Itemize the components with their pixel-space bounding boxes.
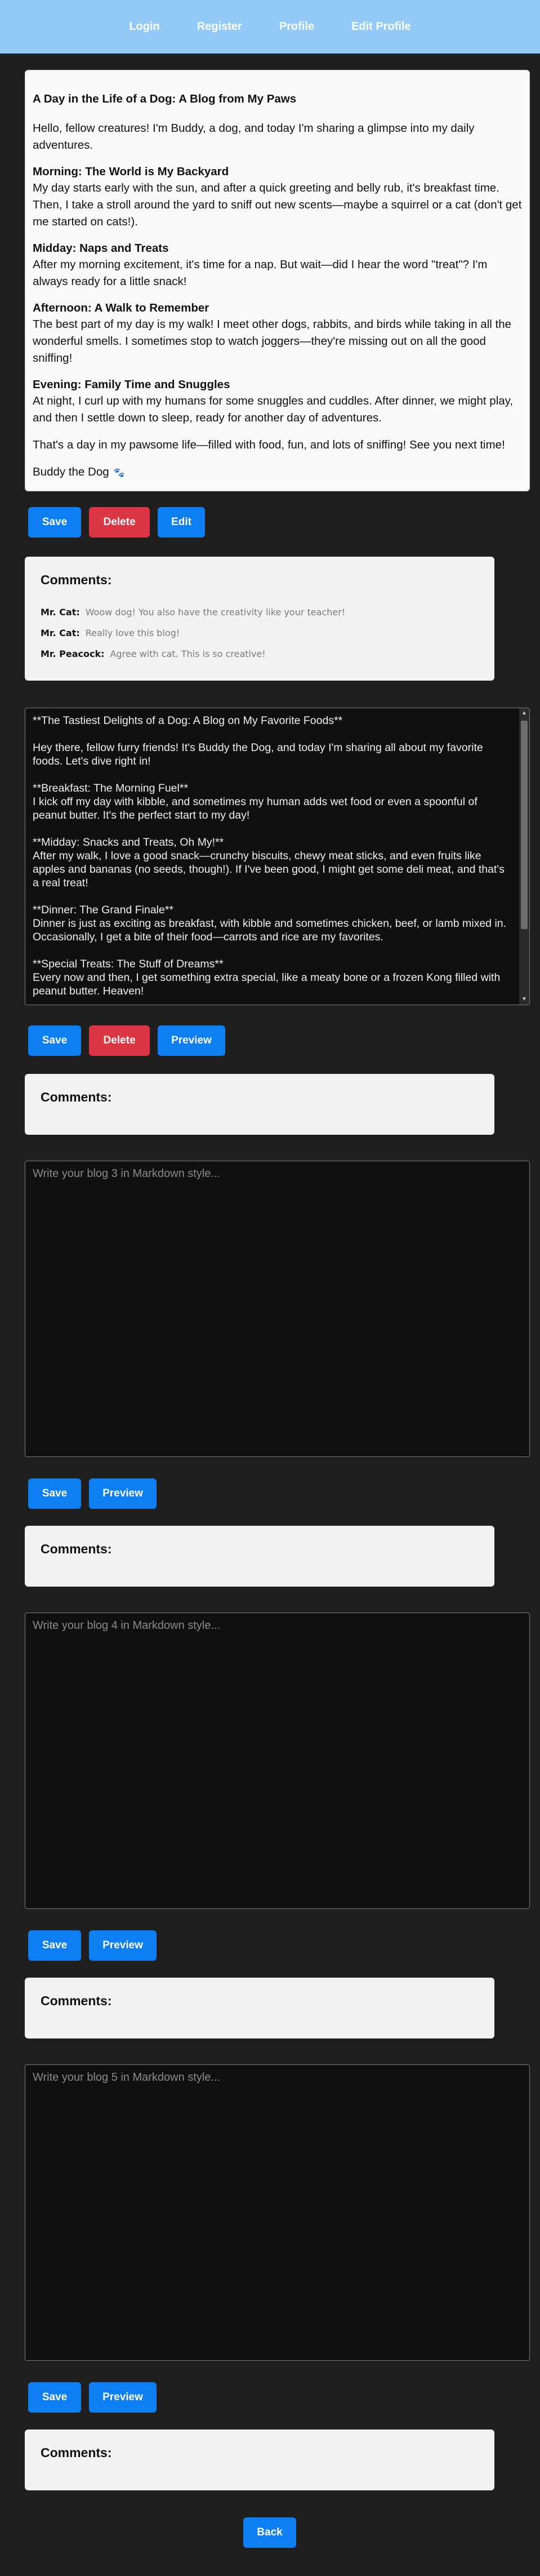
blog-4-editor[interactable]: Write your blog 4 in Markdown style... [25, 1613, 530, 1909]
delete-button[interactable]: Delete [89, 1025, 150, 1056]
blog-5-editor[interactable]: Write your blog 5 in Markdown style... [25, 2064, 530, 2361]
section-heading: Midday: Naps and Treats [33, 242, 169, 255]
comments-title: Comments: [41, 1090, 112, 1104]
editor-paragraph: **Breakfast: The Morning Fuel** I kick o… [33, 782, 477, 821]
editor-placeholder: Write your blog 3 in Markdown style... [33, 1167, 221, 1180]
signature-text: Buddy the Dog [33, 465, 109, 478]
comment-author: Mr. Cat: [41, 607, 80, 618]
comments-panel-4: Comments: [25, 1978, 494, 2038]
comment-author: Mr. Peacock: [41, 649, 105, 659]
blog-intro: Hello, fellow creatures! I'm Buddy, a do… [33, 122, 475, 152]
edit-button[interactable]: Edit [158, 507, 205, 538]
save-button[interactable]: Save [28, 2382, 81, 2413]
blog-title: A Day in the Life of a Dog: A Blog from … [33, 92, 297, 105]
blog-3-actions: Save Preview [28, 1478, 157, 1509]
blog-post-1: A Day in the Life of a Dog: A Blog from … [25, 70, 530, 491]
comments-panel-1: Comments: Mr. Cat: Woow dog! You also hav… [25, 557, 494, 681]
comments-title: Comments: [41, 572, 112, 587]
comments-title: Comments: [41, 1993, 112, 2008]
blog-2-editor[interactable]: **The Tastiest Delights of a Dog: A Blog… [25, 708, 530, 1005]
comments-panel-2: Comments: [25, 1074, 494, 1135]
scroll-down-arrow-icon[interactable]: ▼ [519, 994, 529, 1005]
editor-placeholder: Write your blog 4 in Markdown style... [33, 1619, 221, 1632]
blog-2-actions: Save Delete Preview [28, 1025, 225, 1056]
comment-text: Really love this blog! [85, 628, 180, 638]
section-text: At night, I curl up with my humans for s… [33, 394, 514, 424]
editor-paragraph: **Special Treats: The Stuff of Dreams** … [33, 958, 501, 997]
scroll-up-arrow-icon[interactable]: ▲ [519, 708, 529, 718]
save-button[interactable]: Save [28, 1930, 81, 1961]
editor-paragraph: **Midday: Snacks and Treats, Oh My!** Af… [33, 836, 505, 889]
preview-button[interactable]: Preview [89, 1478, 157, 1509]
comment-text: Agree with cat. This is so creative! [110, 649, 266, 659]
blog-4-actions: Save Preview [28, 1930, 157, 1961]
editor-paragraph: **The Tastiest Delights of a Dog: A Blog… [33, 714, 343, 727]
section-text: The best part of my day is my walk! I me… [33, 318, 512, 365]
blog-5-actions: Save Preview [28, 2382, 157, 2413]
section-heading: Afternoon: A Walk to Remember [33, 301, 209, 314]
scrollbar-thumb[interactable] [521, 721, 528, 929]
paw-icon: 🐾 [113, 468, 125, 478]
nav-profile-link[interactable]: Profile [279, 20, 314, 33]
save-button[interactable]: Save [28, 507, 81, 538]
editor-placeholder: Write your blog 5 in Markdown style... [33, 2071, 221, 2084]
section-text: My day starts early with the sun, and af… [33, 181, 522, 228]
editor-scrollbar[interactable]: ▲ ▼ [519, 708, 529, 1005]
delete-button[interactable]: Delete [89, 507, 150, 538]
editor-paragraph: Hey there, fellow furry friends! It's Bu… [33, 741, 487, 767]
top-nav: Login Register Profile Edit Profile [0, 0, 540, 54]
blog-3-editor[interactable]: Write your blog 3 in Markdown style... [25, 1161, 530, 1457]
blog-closing: That's a day in my pawsome life—filled w… [33, 438, 505, 451]
comments-title: Comments: [41, 1542, 112, 1556]
section-text: After my morning excitement, it's time f… [33, 258, 488, 288]
section-heading: Morning: The World is My Backyard [33, 165, 229, 178]
section-heading: Evening: Family Time and Snuggles [33, 378, 230, 391]
comments-panel-3: Comments: [25, 1526, 494, 1587]
comment-item: Mr. Cat: Woow dog! You also have the crea… [41, 607, 479, 618]
comment-item: Mr. Peacock: Agree with cat. This is so c… [41, 649, 479, 659]
nav-register-link[interactable]: Register [197, 20, 242, 33]
comments-panel-5: Comments: [25, 2430, 494, 2490]
save-button[interactable]: Save [28, 1025, 81, 1056]
comment-author: Mr. Cat: [41, 628, 80, 638]
save-button[interactable]: Save [28, 1478, 81, 1509]
nav-edit-profile-link[interactable]: Edit Profile [351, 20, 411, 33]
preview-button[interactable]: Preview [89, 2382, 157, 2413]
back-button[interactable]: Back [243, 2517, 296, 2548]
blog-1-actions: Save Delete Edit [28, 507, 205, 538]
nav-login-link[interactable]: Login [129, 20, 159, 33]
editor-paragraph: **Dinner: The Grand Finale** Dinner is j… [33, 904, 507, 943]
comment-text: Woow dog! You also have the creativity l… [85, 607, 346, 618]
preview-button[interactable]: Preview [158, 1025, 225, 1056]
comment-item: Mr. Cat: Really love this blog! [41, 628, 479, 638]
blog-signature: Buddy the Dog 🐾 [33, 464, 522, 482]
preview-button[interactable]: Preview [89, 1930, 157, 1961]
comments-title: Comments: [41, 2445, 112, 2460]
